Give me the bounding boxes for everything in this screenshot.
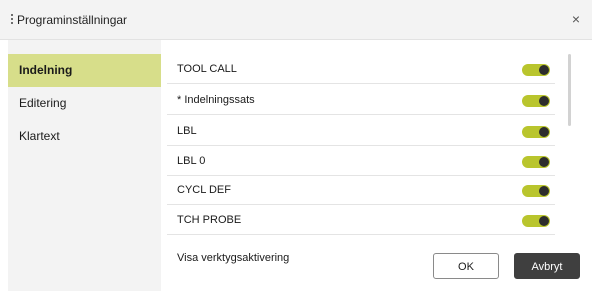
sidebar: Indelning Editering Klartext <box>8 40 161 291</box>
ok-button[interactable]: OK <box>433 253 499 279</box>
setting-label: LBL 0 <box>177 155 206 167</box>
toggle-lbl-0[interactable] <box>522 156 550 168</box>
sidebar-item-editering[interactable]: Editering <box>8 87 161 120</box>
toggle-knob <box>539 186 549 196</box>
toggle-knob <box>539 216 549 226</box>
setting-label: CYCL DEF <box>177 184 231 196</box>
setting-label: TOOL CALL <box>177 63 237 75</box>
setting-label: LBL <box>177 125 197 137</box>
cancel-button[interactable]: Avbryt <box>514 253 580 279</box>
setting-row-indelningssats: * Indelningssats <box>167 85 555 115</box>
setting-row-tool-call: TOOL CALL <box>167 54 555 84</box>
setting-row-tch-probe: TCH PROBE <box>167 205 555 235</box>
dialog-title: Programinställningar <box>17 13 128 27</box>
setting-row-cycl-def: CYCL DEF <box>167 175 555 205</box>
setting-row-lbl-0: LBL 0 <box>167 146 555 176</box>
sidebar-item-indelning[interactable]: Indelning <box>8 54 161 87</box>
toggle-knob <box>539 65 549 75</box>
toggle-cycl-def[interactable] <box>522 185 550 197</box>
toggle-lbl[interactable] <box>522 126 550 138</box>
sidebar-item-klartext[interactable]: Klartext <box>8 120 161 153</box>
toggle-tch-probe[interactable] <box>522 215 550 227</box>
setting-label: TCH PROBE <box>177 214 242 226</box>
toggle-knob <box>539 127 549 137</box>
toggle-indelningssats[interactable] <box>522 95 550 107</box>
setting-label: * Indelningssats <box>177 94 255 106</box>
toggle-tool-call[interactable] <box>522 64 550 76</box>
scrollbar[interactable] <box>568 54 571 126</box>
tool-activation-label: Visa verktygsaktivering <box>177 252 290 264</box>
setting-row-lbl: LBL <box>167 116 555 146</box>
close-icon[interactable]: × <box>568 11 584 27</box>
settings-panel: TOOL CALL * Indelningssats LBL LBL 0 CYC… <box>161 40 592 291</box>
toggle-knob <box>539 157 549 167</box>
drag-handle-icon[interactable] <box>10 14 14 26</box>
dialog-titlebar: Programinställningar × <box>0 0 592 40</box>
toggle-knob <box>539 96 549 106</box>
